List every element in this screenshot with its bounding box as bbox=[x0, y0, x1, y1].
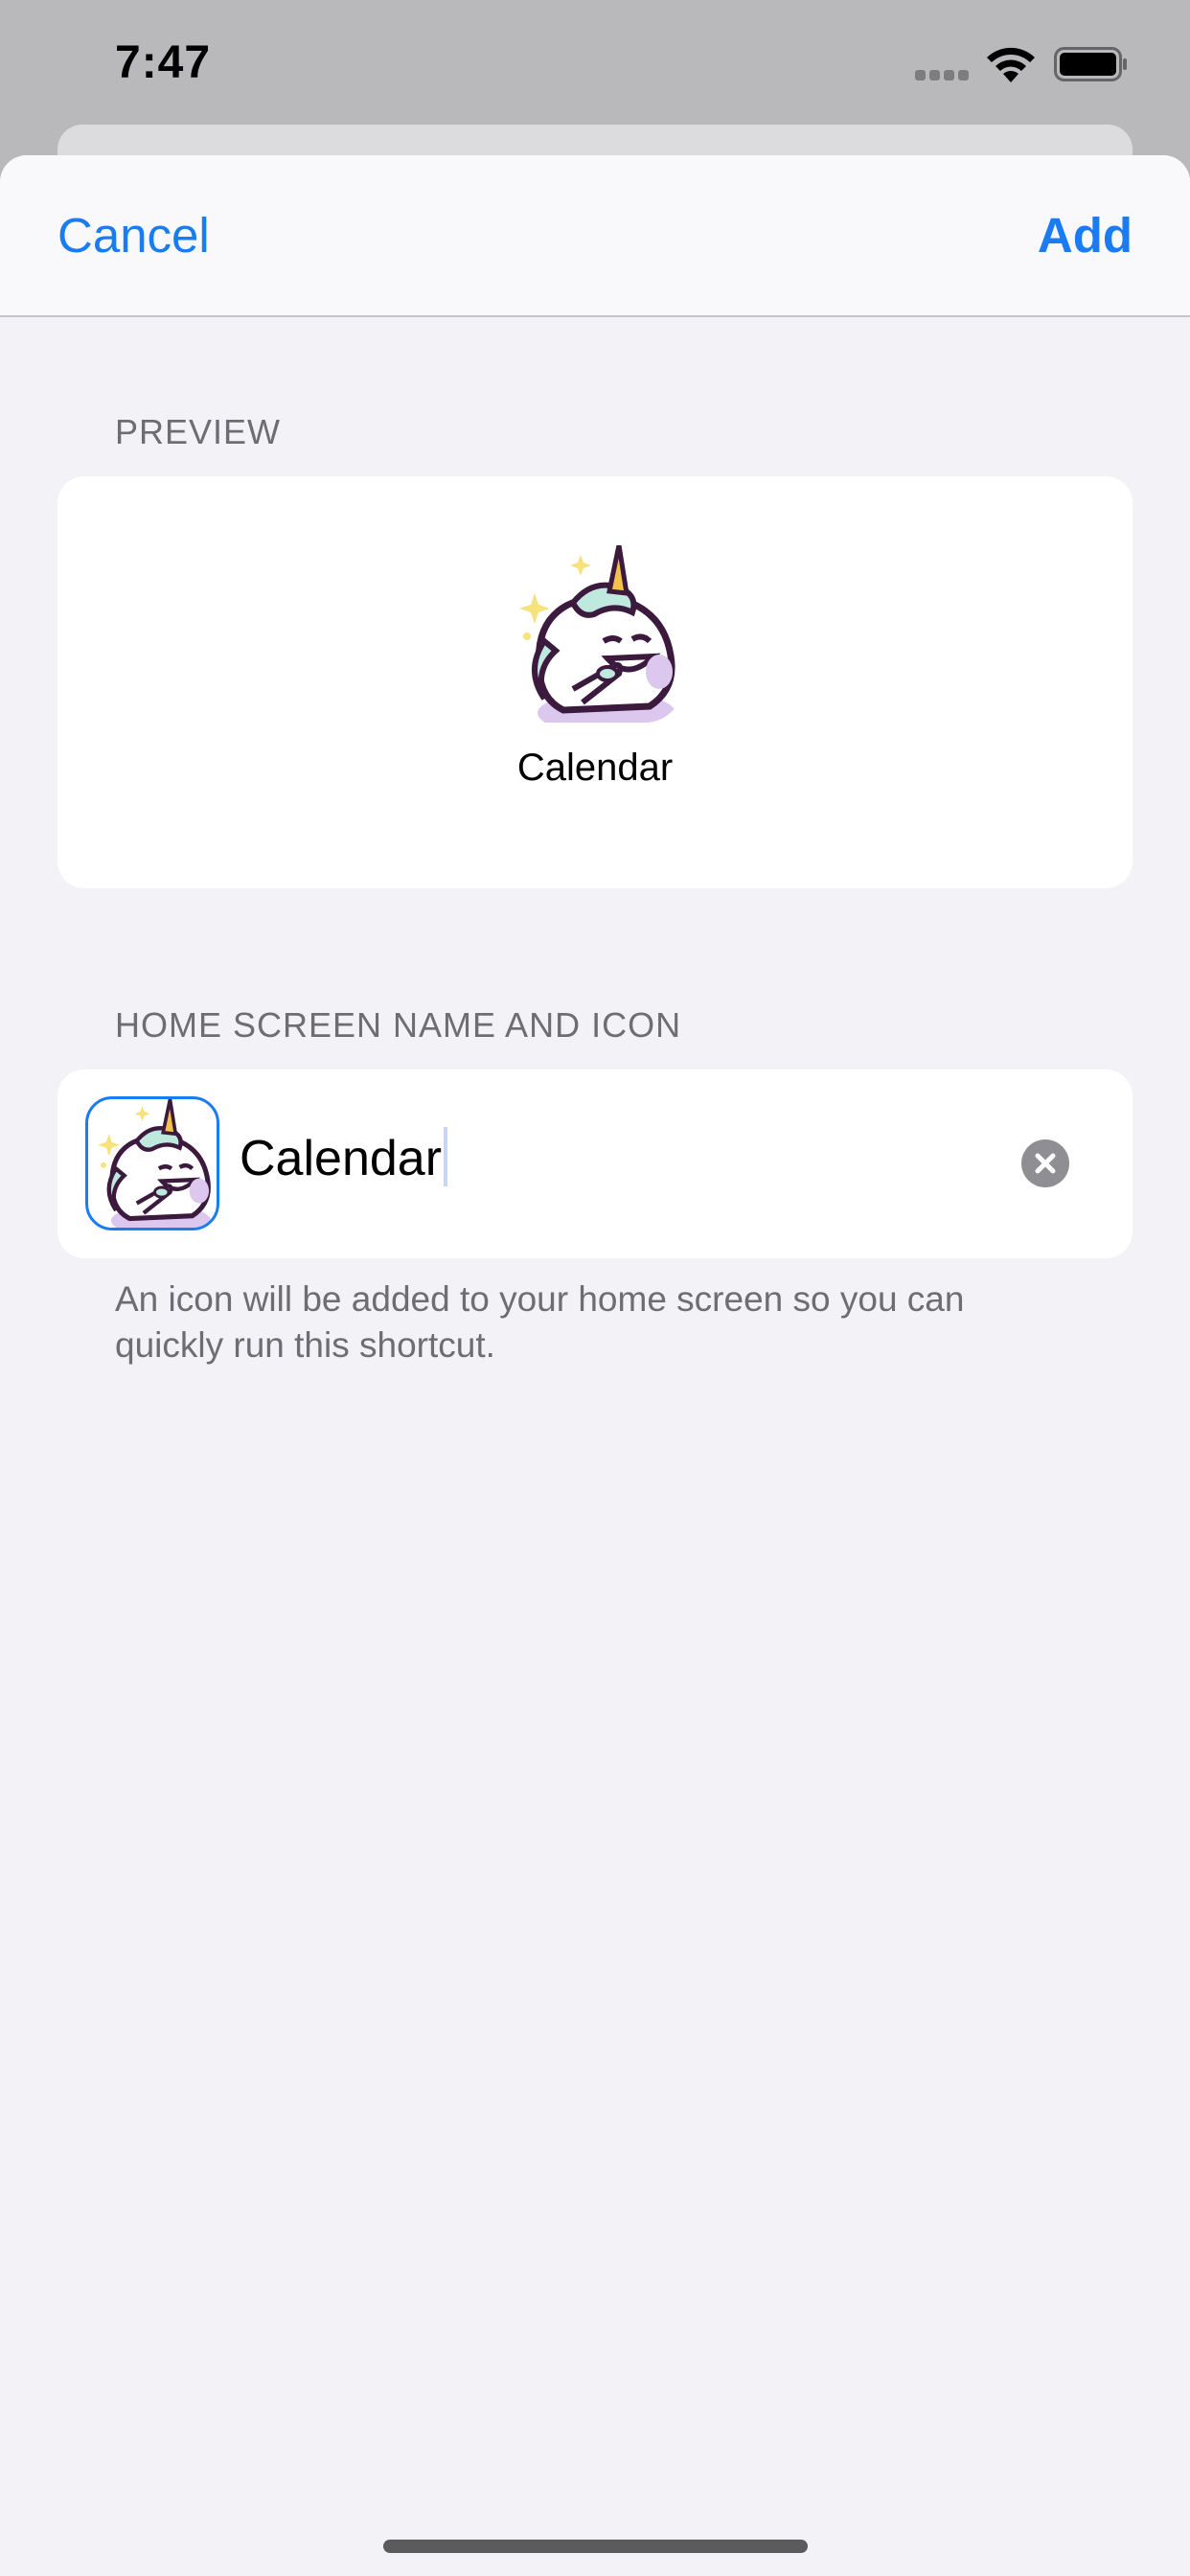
text-caret bbox=[444, 1127, 448, 1186]
unicorn-icon bbox=[506, 545, 683, 723]
add-button[interactable]: Add bbox=[1038, 207, 1133, 264]
name-section-header: HOME SCREEN NAME AND ICON bbox=[115, 1005, 682, 1045]
add-to-home-sheet: Cancel Add PREVIEW Calendar HOME SCREEN … bbox=[0, 155, 1190, 2576]
footer-note: An icon will be added to your home scree… bbox=[115, 1279, 965, 1365]
cancel-button[interactable]: Cancel bbox=[57, 207, 210, 264]
status-bar: 7:47 bbox=[0, 0, 1190, 134]
wifi-icon bbox=[987, 47, 1035, 82]
preview-label: Calendar bbox=[516, 747, 674, 789]
unicorn-icon-button[interactable] bbox=[85, 1096, 219, 1230]
home-screen-name-value: Calendar bbox=[240, 1131, 443, 1186]
clear-icon[interactable] bbox=[1021, 1139, 1069, 1187]
unicorn-icon bbox=[98, 1099, 212, 1228]
battery-icon bbox=[1054, 47, 1127, 81]
nav-bar: Cancel Add bbox=[0, 155, 1190, 317]
preview-card: Calendar bbox=[57, 476, 1133, 888]
preview-header: PREVIEW bbox=[115, 412, 282, 451]
status-time: 7:47 bbox=[115, 37, 212, 88]
home-screen-name-input[interactable]: Calendar bbox=[240, 1127, 448, 1187]
home-indicator bbox=[383, 2540, 808, 2553]
name-and-icon-card: Calendar bbox=[57, 1070, 1133, 1258]
signal-icon bbox=[915, 70, 969, 81]
